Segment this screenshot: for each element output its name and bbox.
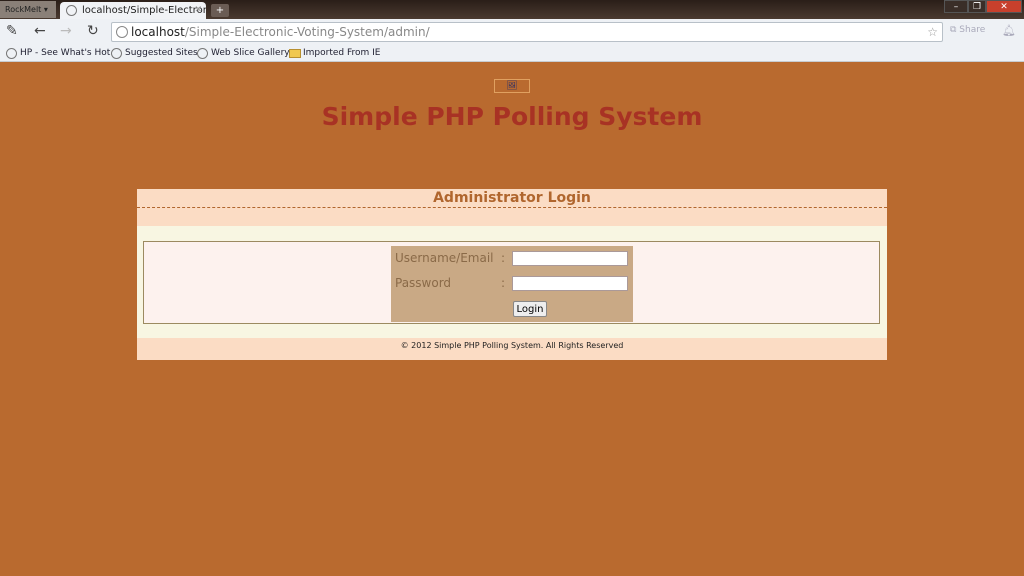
back-icon[interactable]: ← [34,23,46,39]
bookmark-label: Imported From IE [303,48,381,58]
forward-icon[interactable]: → [60,23,72,39]
login-box: Username/Email : Password : Login [143,241,880,324]
password-label: Password [395,276,452,290]
globe-icon [116,26,128,38]
globe-icon [66,5,77,16]
tab-title: localhost/Simple-Electronic [82,5,206,16]
share-button[interactable]: ⧉ Share [950,25,985,35]
login-heading: Administrator Login [137,189,887,208]
username-label: Username/Email [395,251,494,265]
bookmark-item[interactable]: Suggested Sites [111,46,198,60]
notification-bell-icon[interactable]: 🔔︎ [1002,24,1016,37]
browser-toolbar: ✎ ← → ↻ localhost/Simple-Electronic-Voti… [0,19,1024,44]
broken-image-icon: 🖼︎ [494,79,530,93]
tab-close-icon[interactable]: ✕ [194,2,202,19]
share-label: Share [959,25,986,35]
globe-icon [197,48,208,59]
bookmark-star-icon[interactable]: ☆ [927,23,938,41]
login-form: Username/Email : Password : Login [391,246,633,322]
site-title: Simple PHP Polling System [321,102,703,131]
reload-icon[interactable]: ↻ [87,23,99,39]
tab-active[interactable]: localhost/Simple-Electronic ✕ [60,2,206,19]
bookmark-label: Suggested Sites [125,48,198,58]
url-host: localhost [131,25,185,39]
close-button[interactable]: ✕ [986,0,1022,13]
rockmelt-menu[interactable]: RockMelt ▾ [0,1,56,18]
colon: : [501,276,506,290]
bookmark-label: Web Slice Gallery [211,48,290,58]
bookmark-label: HP - See What's Hot [20,48,111,58]
globe-icon [111,48,122,59]
address-bar[interactable]: localhost/Simple-Electronic-Voting-Syste… [111,22,943,42]
username-input[interactable] [512,251,628,266]
folder-icon [289,49,301,58]
new-tab-button[interactable]: + [211,4,229,17]
minimize-button[interactable]: – [944,0,968,13]
globe-icon [6,48,17,59]
footer-copyright: © 2012 Simple PHP Polling System. All Ri… [400,341,624,350]
bookmarks-bar: HP - See What's Hot Suggested Sites Web … [0,44,1024,62]
colon: : [501,251,506,265]
restore-button[interactable]: ❐ [968,0,986,13]
bookmark-item[interactable]: Web Slice Gallery [197,46,290,60]
url-path: /Simple-Electronic-Voting-System/admin/ [184,25,430,39]
bookmark-item[interactable]: HP - See What's Hot [6,46,110,60]
password-input[interactable] [512,276,628,291]
bookmark-folder[interactable]: Imported From IE [289,46,380,60]
compose-icon[interactable]: ✎ [6,23,18,39]
login-button[interactable]: Login [513,301,547,317]
login-panel: Administrator Login Username/Email : Pas… [137,189,887,360]
tab-strip: RockMelt ▾ localhost/Simple-Electronic ✕ … [0,0,1024,19]
